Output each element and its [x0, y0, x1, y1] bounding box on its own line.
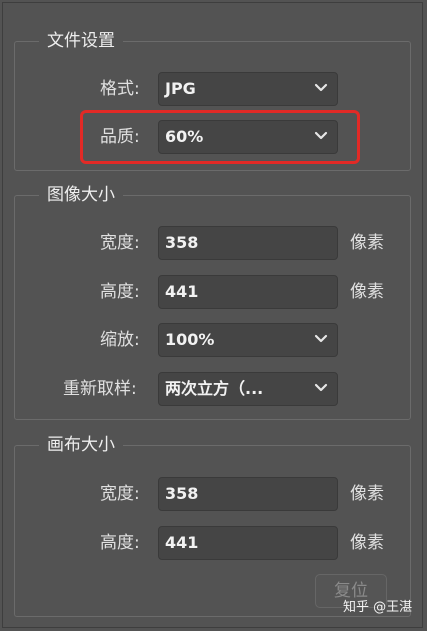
canvas-width-unit: 像素 [350, 484, 384, 504]
chevron-down-icon [314, 383, 328, 392]
chevron-down-icon [314, 334, 328, 343]
scale-label: 缩放: [100, 330, 140, 350]
scale-select[interactable]: 100% [158, 323, 338, 357]
image-height-label: 高度: [100, 282, 140, 302]
image-size-title: 图像大小 [39, 183, 123, 207]
image-width-input[interactable]: 358 [158, 226, 338, 260]
canvas-height-value: 441 [165, 533, 199, 552]
format-label: 格式: [100, 79, 140, 99]
canvas-height-unit: 像素 [350, 533, 384, 553]
quality-highlight-box [80, 110, 360, 164]
image-height-input[interactable]: 441 [158, 275, 338, 309]
format-select[interactable]: JPG [158, 72, 338, 106]
canvas-height-input[interactable]: 441 [158, 526, 338, 560]
canvas-width-value: 358 [165, 484, 199, 503]
canvas-width-input[interactable]: 358 [158, 477, 338, 511]
image-height-unit: 像素 [350, 282, 384, 302]
scale-value: 100% [165, 330, 215, 349]
file-settings-title: 文件设置 [39, 29, 123, 53]
canvas-size-title: 画布大小 [39, 433, 123, 457]
canvas-width-label: 宽度: [100, 484, 140, 504]
resample-select[interactable]: 两次立方（... [158, 372, 338, 406]
watermark: 知乎 @王湛 [343, 600, 413, 615]
image-width-unit: 像素 [350, 233, 384, 253]
canvas-height-label: 高度: [100, 533, 140, 553]
chevron-down-icon [314, 83, 328, 92]
image-height-value: 441 [165, 282, 199, 301]
resample-value: 两次立方（... [165, 379, 264, 398]
resample-label: 重新取样: [63, 379, 137, 399]
format-value: JPG [165, 79, 196, 98]
image-width-value: 358 [165, 233, 199, 252]
image-width-label: 宽度: [100, 233, 140, 253]
